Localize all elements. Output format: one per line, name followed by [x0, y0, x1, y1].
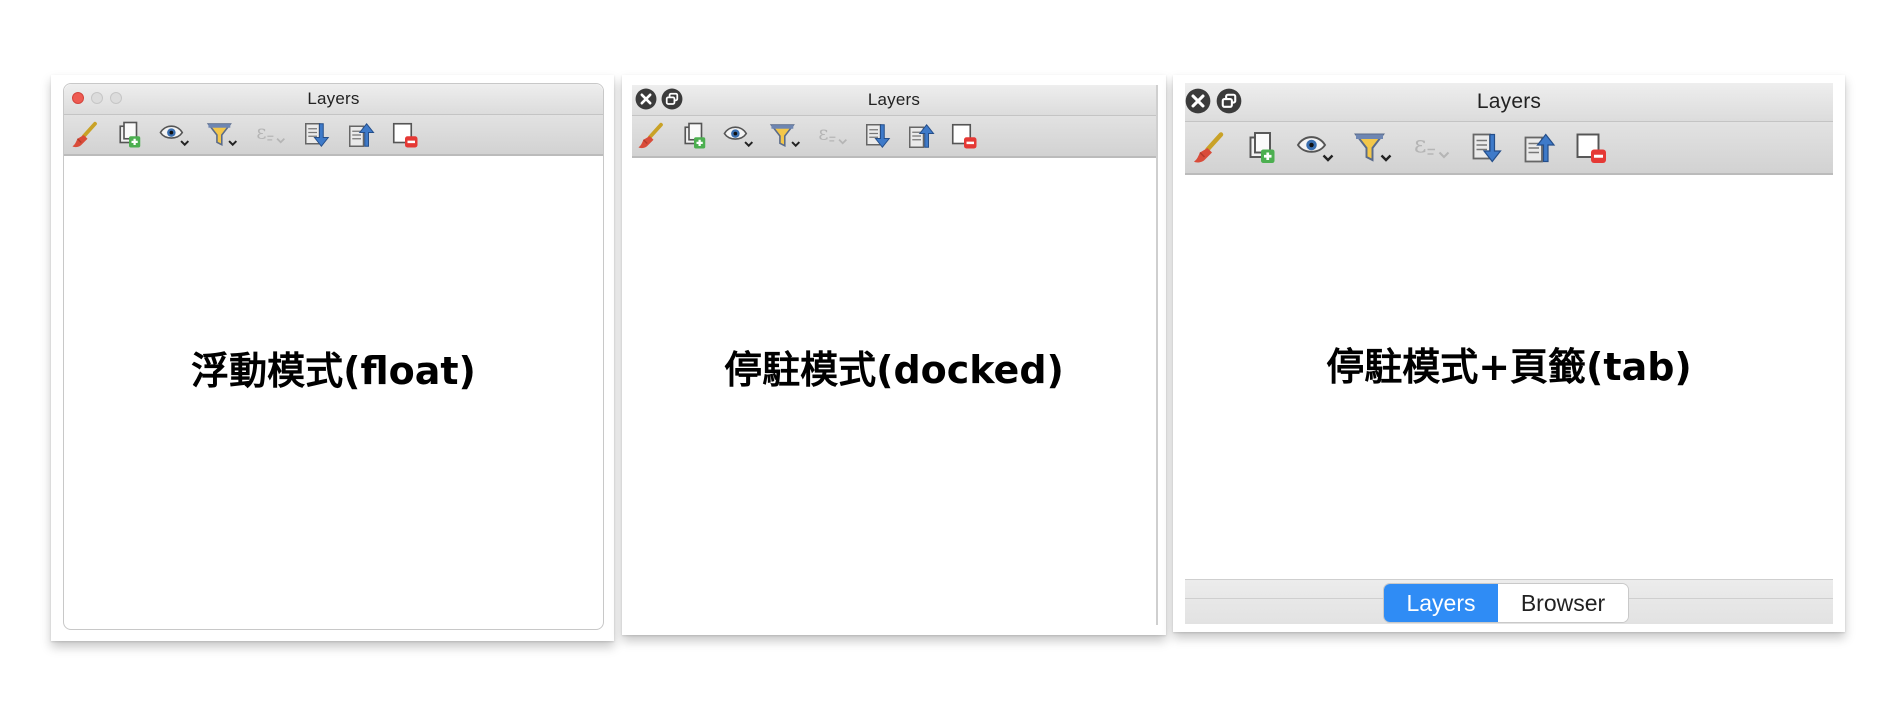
filter-expression-icon: [254, 115, 288, 154]
layers-toolbar: [64, 115, 603, 156]
style-brush-icon[interactable]: [1191, 122, 1227, 173]
docked-panel-card: Layers 停駐模式(docked): [622, 75, 1166, 635]
collapse-all-icon[interactable]: [906, 116, 936, 156]
remove-layer-icon[interactable]: [949, 116, 979, 156]
filter-legend-icon[interactable]: [1353, 122, 1395, 173]
panel-title: Layers: [1476, 90, 1542, 113]
tabbed-panel-window: Layers 停駐模式+頁籤(tab) Layers Browser: [1185, 83, 1833, 624]
mode-caption: 浮動模式(float): [191, 349, 476, 393]
panel-title: Layers: [867, 90, 921, 109]
filter-legend-icon[interactable]: [206, 115, 240, 154]
expand-all-icon[interactable]: [302, 115, 332, 154]
panel-title: Layers: [307, 89, 360, 108]
mode-caption: 停駐模式+頁籤(tab): [1326, 345, 1692, 389]
tabbed-titlebar[interactable]: Layers: [1185, 83, 1833, 122]
float-panel-window: Layers 浮動模式(float): [63, 83, 604, 630]
tab-layers[interactable]: Layers: [1384, 584, 1498, 622]
visibility-icon[interactable]: [722, 116, 756, 156]
layers-toolbar: [632, 116, 1156, 158]
float-titlebar[interactable]: Layers: [64, 84, 603, 115]
visibility-icon[interactable]: [1295, 122, 1337, 173]
tab-browser[interactable]: Browser: [1498, 584, 1628, 622]
filter-legend-icon[interactable]: [769, 116, 803, 156]
add-group-icon[interactable]: [679, 116, 709, 156]
filter-expression-icon: [816, 116, 850, 156]
visibility-icon[interactable]: [158, 115, 192, 154]
style-brush-icon[interactable]: [636, 116, 666, 156]
expand-all-icon[interactable]: [1469, 122, 1505, 173]
docked-titlebar[interactable]: Layers: [632, 85, 1156, 116]
style-brush-icon[interactable]: [70, 115, 100, 154]
layers-toolbar: [1185, 122, 1833, 175]
add-group-icon[interactable]: [1243, 122, 1279, 173]
filter-expression-icon: [1411, 122, 1453, 173]
float-panel-card: Layers 浮動模式(float): [51, 75, 614, 641]
expand-all-icon[interactable]: [863, 116, 893, 156]
tabbed-panel-card: Layers 停駐模式+頁籤(tab) Layers Browser: [1173, 75, 1845, 632]
add-group-icon[interactable]: [114, 115, 144, 154]
docked-panel-window: Layers 停駐模式(docked): [632, 85, 1158, 625]
collapse-all-icon[interactable]: [346, 115, 376, 154]
collapse-all-icon[interactable]: [1521, 122, 1557, 173]
remove-layer-icon[interactable]: [1573, 122, 1609, 173]
remove-layer-icon[interactable]: [390, 115, 420, 154]
tab-switcher: Layers Browser: [1384, 584, 1628, 622]
mode-caption: 停駐模式(docked): [724, 348, 1064, 392]
dock-tab-bar: Layers Browser: [1185, 579, 1833, 624]
